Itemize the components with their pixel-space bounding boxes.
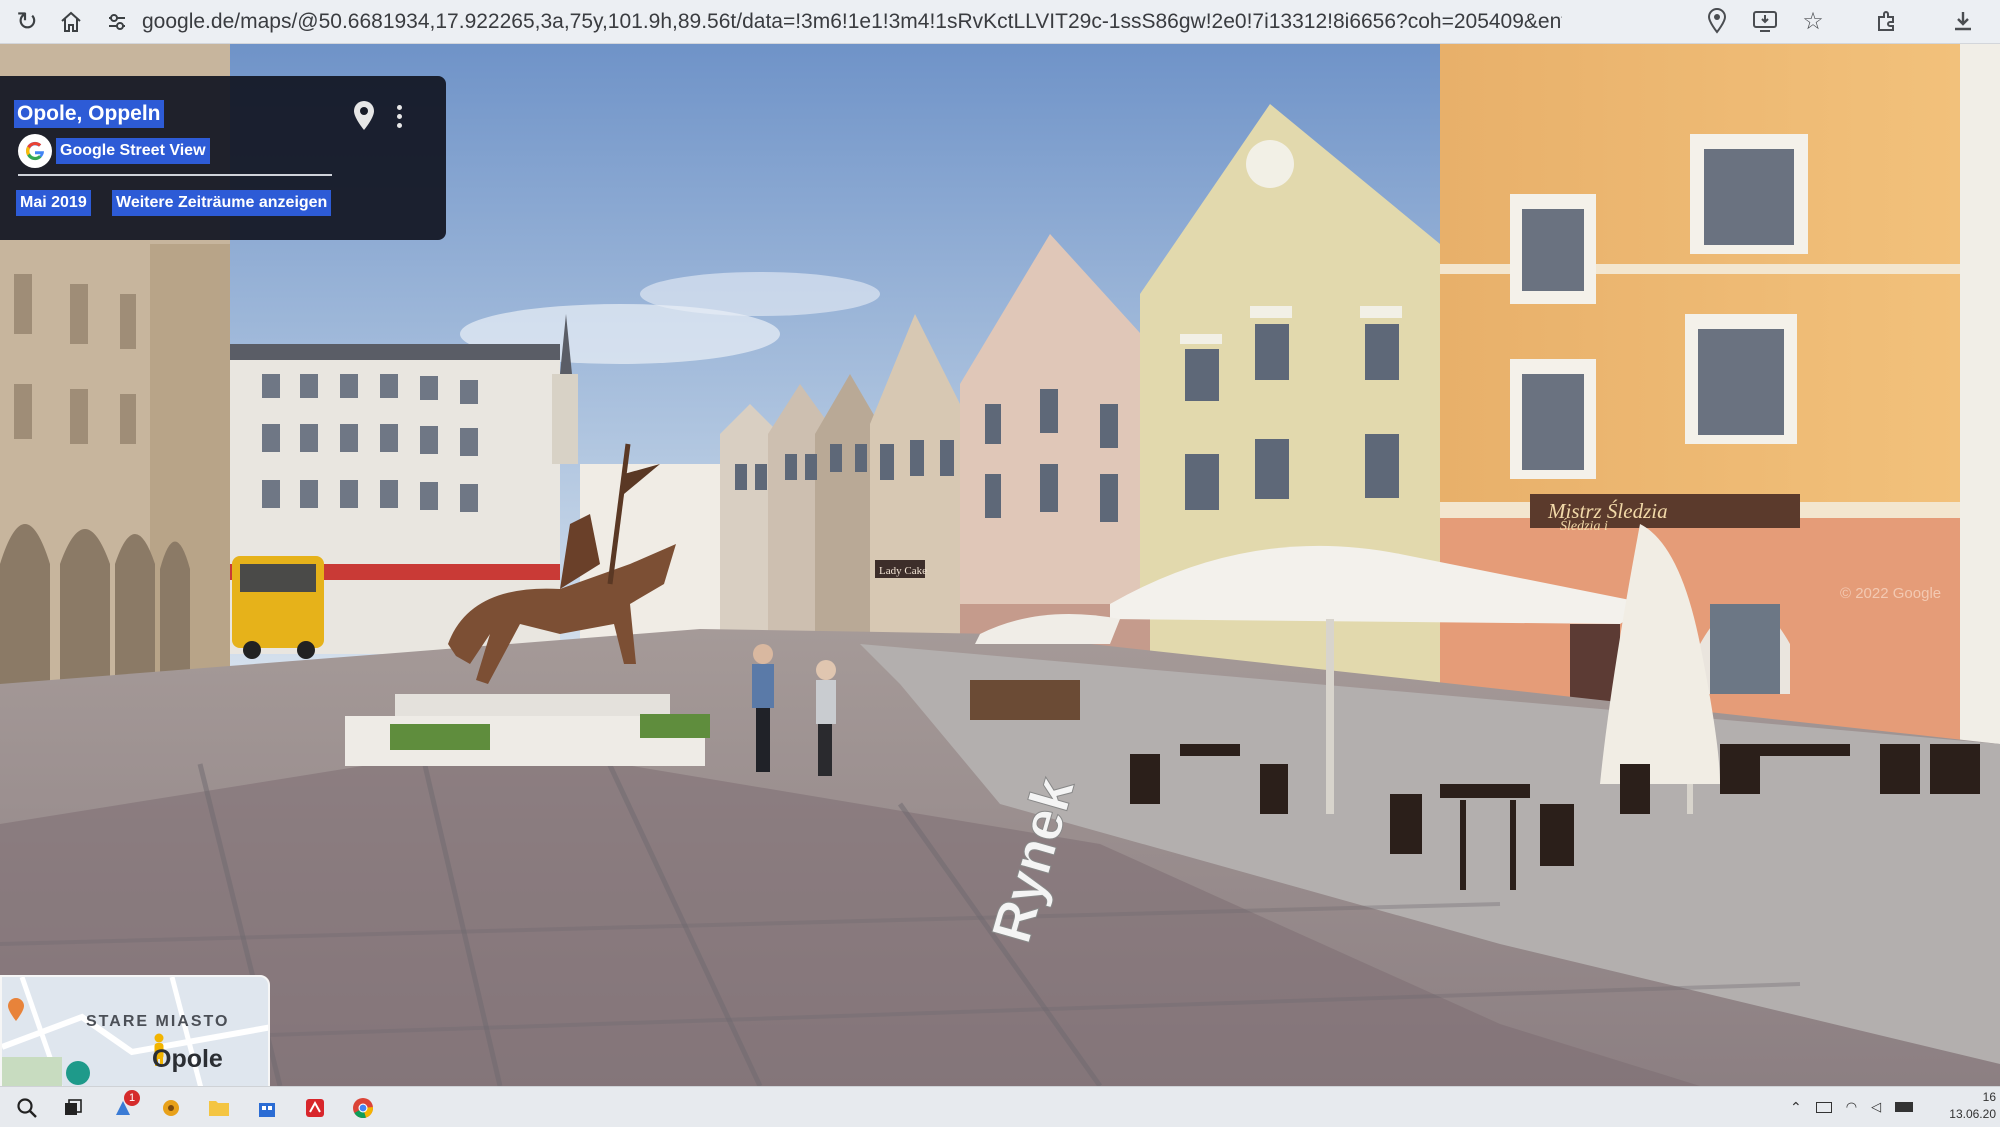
chrome-icon[interactable]: [350, 1095, 376, 1121]
more-dates-link[interactable]: Weitere Zeiträume anzeigen: [112, 190, 332, 216]
browser-toolbar: ↻ google.de/maps/@50.6681934,17.922265,3…: [0, 0, 2000, 44]
location-icon[interactable]: [1700, 4, 1734, 38]
place-title[interactable]: Opole, Oppeln: [14, 100, 164, 128]
map-pin-icon[interactable]: [350, 100, 378, 132]
provider-row: Google Street View: [18, 134, 210, 168]
os-taskbar: 1 ⌃ ◠ ◁ 16 13.06.20: [0, 1086, 2000, 1127]
keyboard-icon[interactable]: [1815, 1101, 1832, 1113]
volume-icon[interactable]: ◁: [1871, 1099, 1881, 1115]
task-view-icon[interactable]: [60, 1095, 86, 1121]
battery-icon[interactable]: [1895, 1102, 1914, 1112]
notification-badge: 1: [124, 1090, 140, 1106]
orange-building: Mistrz Śledzia Śledzia i © 2022 Google: [1440, 44, 2000, 764]
wifi-icon[interactable]: ◠: [1846, 1099, 1857, 1115]
shop-sign: Lady Cake: [879, 565, 927, 577]
street-view-info-card: Opole, Oppeln Google Street View Mai 201…: [0, 76, 446, 240]
store-icon[interactable]: [254, 1095, 280, 1121]
image-copyright: © 2022 Google: [1840, 585, 1941, 602]
bookmark-star-icon[interactable]: ☆: [1796, 4, 1830, 38]
chevron-up-icon[interactable]: ⌃: [1790, 1099, 1802, 1116]
mini-map-place-icon: [6, 997, 26, 1023]
capture-date: Mai 2019: [16, 190, 91, 216]
address-bar-url[interactable]: google.de/maps/@50.6681934,17.922265,3a,…: [142, 10, 1562, 34]
site-info-icon[interactable]: [100, 5, 134, 39]
app-icon[interactable]: [158, 1095, 184, 1121]
tray-icons[interactable]: ⌃ ◠ ◁: [1790, 1097, 1940, 1117]
mini-map-landmark-icon: [66, 1061, 90, 1085]
more-options-icon[interactable]: [388, 98, 410, 134]
download-icon[interactable]: [1946, 4, 1980, 38]
extensions-icon[interactable]: [1870, 4, 1904, 38]
install-app-icon[interactable]: [1748, 4, 1782, 38]
clock-date: 13.06.20: [1949, 1107, 1996, 1121]
home-icon[interactable]: [54, 5, 88, 39]
mini-map[interactable]: STARE MIASTO Opole: [0, 975, 270, 1090]
cafe-sign-line2: Śledzia i: [1560, 517, 1608, 534]
yellow-van: [232, 556, 324, 659]
provider-label: Google Street View: [56, 138, 210, 164]
card-divider: [18, 174, 332, 176]
system-clock[interactable]: 16 13.06.20: [1949, 1089, 1996, 1123]
clock-time: 16: [1982, 1090, 1996, 1104]
google-logo-icon: [18, 134, 52, 168]
reload-icon[interactable]: ↻: [10, 5, 44, 39]
pdf-app-icon[interactable]: [302, 1095, 328, 1121]
file-explorer-icon[interactable]: [206, 1095, 232, 1121]
search-icon[interactable]: [14, 1095, 40, 1121]
mini-map-city: Opole: [152, 1045, 223, 1073]
mini-map-district: STARE MIASTO: [86, 1013, 230, 1030]
